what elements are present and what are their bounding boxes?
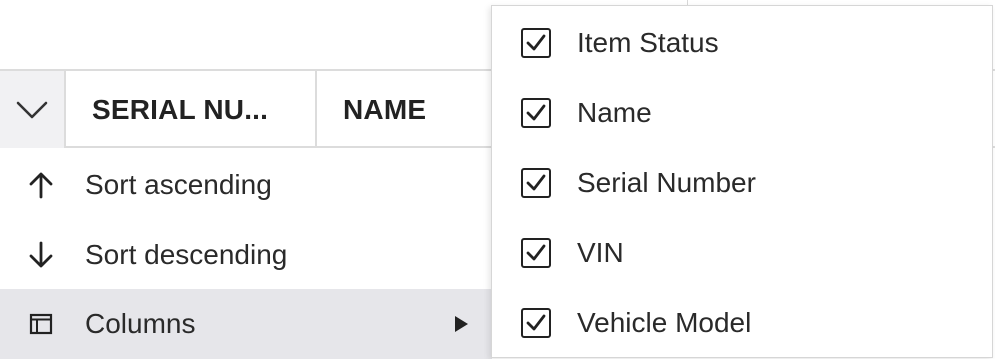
menu-item-label: Sort ascending [85,169,272,200]
menu-item-label: Columns [85,308,196,339]
column-option-serial-number[interactable]: Serial Number [492,148,992,218]
column-context-menu: Sort ascending Sort descending Columns [0,148,492,359]
column-header-serial-number[interactable]: SERIAL NU... [66,71,317,148]
expand-toggle-button[interactable] [0,71,66,148]
checkbox-checked-icon[interactable] [521,308,551,338]
checkbox-checked-icon[interactable] [521,98,551,128]
column-option-item-status[interactable]: Item Status [492,8,992,78]
arrow-down-icon [26,240,56,270]
data-grid-screen: SERIAL NU... NAME Sort ascending Sort de… [0,0,995,359]
checkbox-checked-icon[interactable] [521,28,551,58]
column-header-label: SERIAL NU... [92,93,269,125]
menu-item-sort-descending[interactable]: Sort descending [0,220,492,290]
column-option-label: Serial Number [577,167,756,198]
column-header-name[interactable]: NAME [317,71,517,148]
submenu-arrow-icon [455,316,468,332]
column-option-label: Item Status [577,27,719,58]
column-option-name[interactable]: Name [492,78,992,148]
menu-item-label: Sort descending [85,239,288,270]
column-option-label: VIN [577,237,624,268]
menu-item-sort-ascending[interactable]: Sort ascending [0,150,492,220]
menu-item-columns[interactable]: Columns [0,289,492,359]
columns-icon [26,309,56,339]
checkbox-checked-icon[interactable] [521,168,551,198]
columns-visibility-panel: Item Status Name Serial Number VIN Vehic… [491,5,993,358]
column-option-vehicle-model[interactable]: Vehicle Model [492,288,992,358]
checkbox-checked-icon[interactable] [521,238,551,268]
arrow-up-icon [26,170,56,200]
column-option-label: Vehicle Model [577,307,752,338]
column-header-label: NAME [343,93,427,125]
column-option-vin[interactable]: VIN [492,218,992,288]
chevron-down-icon [16,101,48,118]
column-option-label: Name [577,97,652,128]
